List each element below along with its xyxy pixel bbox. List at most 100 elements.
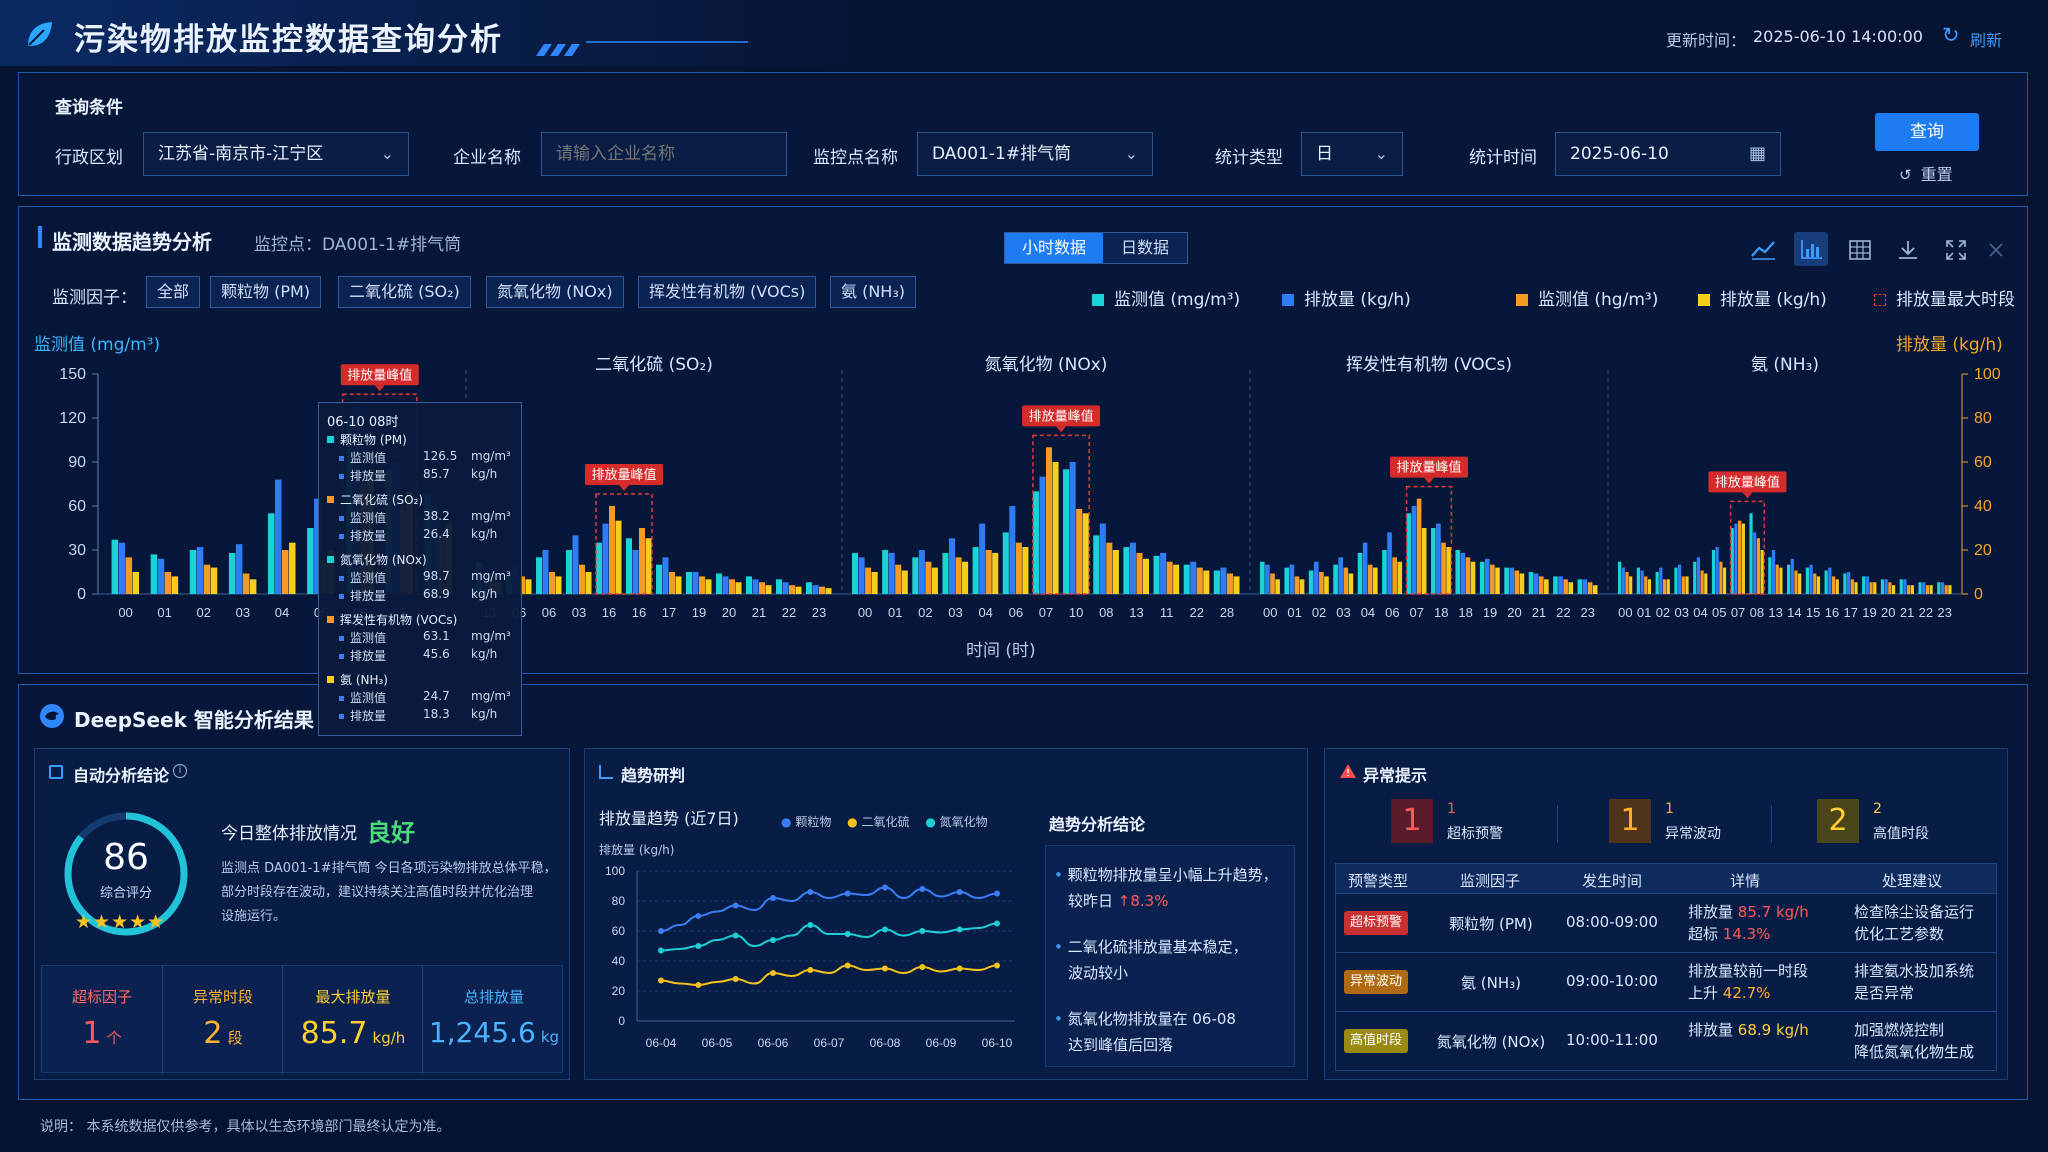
- chart-bar: [1490, 564, 1495, 594]
- x-tick-label: 02: [1312, 605, 1326, 620]
- close-icon[interactable]: [1988, 242, 2004, 258]
- x-tick-label: 02: [197, 605, 211, 620]
- chart-bar: [1760, 550, 1764, 594]
- suggestion-text: 是否异常: [1854, 984, 1915, 1002]
- chart-bar: [585, 572, 592, 594]
- x-tick-label: 04: [978, 605, 992, 620]
- factor-chip-all[interactable]: 全部: [146, 276, 201, 308]
- x-tick-label: 07: [1039, 605, 1053, 620]
- stat-time-picker[interactable]: 2025-06-10 ▦: [1555, 132, 1781, 176]
- weekly-data-point: [956, 889, 963, 895]
- chart-tooltip: 06-10 08时 颗粒物 (PM) 监测值 126.5 mg/m³ 排放量 85.7 kg…: [318, 402, 522, 736]
- chart-bar: [1794, 570, 1798, 594]
- x-tick-label: 03: [572, 605, 586, 620]
- bar-chart-toggle[interactable]: [1794, 232, 1828, 266]
- chart-bar: [1514, 570, 1520, 594]
- chart-bar: [1509, 567, 1514, 594]
- chart-bar: [1768, 557, 1772, 594]
- weekly-x-tick-label: 06-09: [926, 1036, 957, 1050]
- chart-bar: [1052, 462, 1059, 594]
- monitor-select[interactable]: DA001-1#排气筒 ⌄: [917, 132, 1153, 176]
- tooltip-factor: 二氧化硫 (SO₂): [327, 491, 423, 508]
- weekly-data-point: [658, 977, 664, 984]
- x-tick-label: 16: [602, 605, 616, 620]
- peak-label-pointer: [1424, 477, 1434, 484]
- company-input[interactable]: [541, 132, 787, 176]
- weekly-line-chart: 100 80 60 40 20 0 06-04 06-05 06-06 06-07 06-08 06-…: [605, 864, 1015, 1050]
- chart-bar: [782, 582, 789, 594]
- chart-bar: [1948, 585, 1952, 594]
- weekly-data-point: [732, 902, 739, 909]
- chart-bar: [1022, 547, 1029, 594]
- chart-bar: [1387, 532, 1392, 594]
- chart-bar: [268, 513, 275, 594]
- factor-chip-vocs[interactable]: 挥发性有机物 (VOCs): [638, 276, 817, 308]
- chart-bar: [1411, 506, 1417, 594]
- chart-bar: [1685, 576, 1689, 594]
- table-icon[interactable]: [1848, 239, 1872, 261]
- chart-bar: [1655, 572, 1659, 594]
- conclusion-text: 较昨日: [1068, 892, 1118, 910]
- refresh-button[interactable]: ↻ 刷新: [1940, 22, 2016, 52]
- chart-bar: [1436, 523, 1441, 594]
- x-tick-label: 23: [1937, 605, 1951, 620]
- detail-text: 排放量: [1688, 1021, 1738, 1039]
- table-header: 预警类型 监测因子 发生时间 详情 处理建议: [1336, 864, 1996, 894]
- chart-bar: [1862, 576, 1866, 594]
- factor-chip-so2[interactable]: 二氧化硫 (SO₂): [338, 276, 471, 308]
- weekly-x-tick-label: 06-08: [870, 1036, 901, 1050]
- y-right-tick-label: 40: [1974, 498, 1992, 515]
- download-icon[interactable]: [1896, 238, 1920, 262]
- chart-bar: [1039, 476, 1046, 594]
- reset-button[interactable]: ↺ 重置: [1899, 161, 1969, 187]
- chart-bar: [1873, 582, 1877, 594]
- search-button[interactable]: 查询: [1875, 113, 1979, 151]
- suggestion-text: 加强燃烧控制: [1854, 1021, 1945, 1039]
- x-axis-label: 时间 (时): [966, 641, 1036, 661]
- chart-bar: [639, 528, 645, 594]
- factor-chip-nh3[interactable]: 氨 (NH₃): [830, 276, 916, 308]
- tooltip-metric-label: 监测值: [350, 691, 387, 705]
- chart-bar: [955, 557, 962, 594]
- chart-bar: [1756, 538, 1761, 594]
- weekly-data-point: [732, 932, 739, 939]
- region-select[interactable]: 江苏省-南京市-江宁区 ⌄: [143, 132, 409, 176]
- chart-bar: [1123, 547, 1130, 594]
- group-title: 氨 (NH₃): [1751, 355, 1819, 375]
- weekly-data-point: [994, 890, 1000, 897]
- chart-bar: [1338, 557, 1343, 594]
- chart-bar: [912, 557, 919, 594]
- factor-chip-nox[interactable]: 氮氧化物 (NOx): [486, 276, 624, 308]
- chart-bar: [1190, 561, 1197, 594]
- peak-label-pointer: [374, 385, 385, 392]
- chart-bar: [1696, 557, 1700, 594]
- table-row: 高值时段 氮氧化物 (NOx) 10:00-11:00 排放量 68.9 kg/h 加强…: [1336, 1012, 1996, 1071]
- tab-hourly[interactable]: 小时数据: [1005, 233, 1103, 263]
- chart-bar: [1196, 567, 1203, 594]
- stat-time-value: 2025-06-10: [1570, 144, 1669, 164]
- y-right-tick-label: 80: [1974, 410, 1992, 427]
- tooltip-metric-value: 45.6: [423, 647, 450, 661]
- chart-bar: [1357, 552, 1363, 594]
- info-icon[interactable]: i: [173, 764, 187, 778]
- chart-bar: [692, 572, 699, 594]
- chart-bar: [1299, 579, 1305, 594]
- x-tick-label: 14: [1787, 605, 1801, 620]
- y-left-tick-label: 30: [68, 542, 86, 559]
- chart-bar: [895, 564, 902, 594]
- tooltip-metric-unit: kg/h: [471, 467, 498, 481]
- reset-icon: ↺: [1899, 166, 1912, 184]
- tab-daily[interactable]: 日数据: [1103, 233, 1187, 263]
- chart-bar: [1319, 572, 1324, 594]
- chart-bar: [722, 576, 729, 594]
- trend-bar-chart: 1501209060300100806040200000102030405060…: [59, 355, 2001, 620]
- stat-type-select[interactable]: 日 ⌄: [1301, 132, 1403, 176]
- chart-bar: [1749, 513, 1753, 594]
- tab-group: 小时数据 日数据: [1004, 232, 1188, 264]
- line-chart-icon[interactable]: [1750, 238, 1776, 260]
- factor-chip-pm[interactable]: 颗粒物 (PM): [210, 276, 322, 308]
- cell-detail: 排放量较前一时段 上升 42.7%: [1688, 960, 1808, 1004]
- detail-value: 68.9 kg/h: [1737, 1021, 1809, 1039]
- fullscreen-icon[interactable]: [1944, 238, 1968, 262]
- weekly-y-tick-label: 80: [612, 894, 626, 908]
